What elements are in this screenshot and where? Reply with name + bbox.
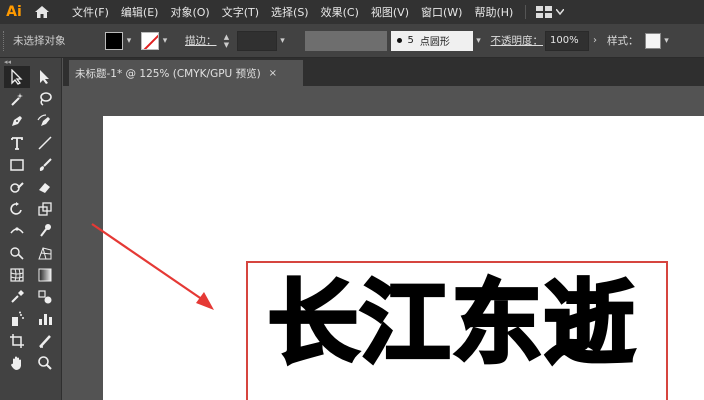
stroke-label[interactable]: 描边： bbox=[185, 33, 217, 48]
fill-dropdown-icon[interactable]: ▾ bbox=[123, 32, 135, 50]
paintbrush-tool-icon[interactable] bbox=[32, 154, 58, 176]
direct-selection-tool-icon[interactable] bbox=[32, 66, 58, 88]
control-bar: 未选择对象 ▾ ▾ 描边： ▲ ▼ ▾ 5 点圆形 ▾ 不透明度： 100% › … bbox=[0, 24, 704, 58]
column-graph-tool-icon[interactable] bbox=[32, 308, 58, 330]
opacity-label[interactable]: 不透明度： bbox=[491, 33, 544, 48]
graphic-style-swatch[interactable] bbox=[644, 32, 661, 49]
artboard-tool-icon[interactable] bbox=[4, 330, 30, 352]
opacity-input[interactable]: 100% bbox=[545, 30, 589, 51]
zoom-tool-icon[interactable] bbox=[32, 352, 58, 374]
menu-window[interactable]: 窗口(W) bbox=[415, 4, 468, 20]
menu-select[interactable]: 选择(S) bbox=[265, 4, 315, 20]
canvas-text[interactable]: 长江东逝 bbox=[266, 269, 636, 379]
style-label: 样式： bbox=[607, 35, 639, 47]
stroke-weight-stepper[interactable]: ▲ ▼ bbox=[221, 31, 233, 51]
curvature-tool-icon[interactable] bbox=[32, 110, 58, 132]
stroke-dropdown-icon[interactable]: ▾ bbox=[159, 32, 171, 50]
menu-effect[interactable]: 效果(C) bbox=[315, 4, 365, 20]
artboard[interactable]: 长江东逝 bbox=[103, 116, 704, 400]
menu-divider bbox=[525, 5, 527, 19]
width-tool-icon[interactable] bbox=[4, 220, 30, 242]
menu-file[interactable]: 文件(F) bbox=[66, 4, 115, 20]
workspace-grid-icon bbox=[536, 6, 553, 18]
selection-status: 未选择对象 bbox=[13, 35, 66, 47]
line-segment-tool-icon[interactable] bbox=[32, 132, 58, 154]
app-logo: Ai bbox=[6, 4, 22, 20]
magic-wand-tool-icon[interactable] bbox=[4, 88, 30, 110]
shaper-tool-icon[interactable] bbox=[4, 176, 30, 198]
stroke-swatch[interactable] bbox=[141, 31, 159, 50]
menu-help[interactable]: 帮助(H) bbox=[468, 4, 519, 20]
menu-edit[interactable]: 编辑(E) bbox=[115, 4, 165, 20]
perspective-grid-tool-icon[interactable] bbox=[32, 242, 58, 264]
menu-type[interactable]: 文字(T) bbox=[216, 4, 265, 20]
home-icon[interactable] bbox=[28, 0, 56, 24]
document-tab[interactable]: 未标题-1* @ 125% (CMYK/GPU 预览) × bbox=[69, 60, 303, 86]
stroke-weight-input[interactable] bbox=[236, 30, 277, 51]
blend-tool-icon[interactable] bbox=[32, 286, 58, 308]
document-tab-bar: 未标题-1* @ 125% (CMYK/GPU 预览) × bbox=[63, 58, 704, 86]
selection-tool-icon[interactable] bbox=[4, 66, 30, 88]
type-tool-icon[interactable] bbox=[4, 132, 30, 154]
tools-panel: ◂◂ bbox=[0, 58, 62, 400]
lasso-tool-icon[interactable] bbox=[32, 88, 58, 110]
symbol-sprayer-tool-icon[interactable] bbox=[4, 308, 30, 330]
brush-name: 点圆形 bbox=[419, 37, 450, 48]
hand-tool-icon[interactable] bbox=[4, 352, 30, 374]
stroke-weight-dropdown-icon[interactable]: ▾ bbox=[277, 32, 289, 50]
brush-definition[interactable]: 5 点圆形 bbox=[390, 30, 473, 51]
menu-object[interactable]: 对象(O) bbox=[164, 4, 215, 20]
scale-tool-icon[interactable] bbox=[32, 198, 58, 220]
menu-bar: Ai 文件(F) 编辑(E) 对象(O) 文字(T) 选择(S) 效果(C) 视… bbox=[0, 0, 704, 24]
eyedropper-tool-icon[interactable] bbox=[4, 286, 30, 308]
document-tab-title: 未标题-1* @ 125% (CMYK/GPU 预览) bbox=[75, 67, 261, 80]
opacity-slider-arrow-icon[interactable]: › bbox=[593, 35, 597, 46]
chevron-down-icon bbox=[556, 9, 565, 15]
text-frame[interactable]: 长江东逝 bbox=[246, 261, 668, 400]
shape-builder-tool-icon[interactable] bbox=[4, 242, 30, 264]
puppet-warp-tool-icon[interactable] bbox=[32, 220, 58, 242]
rectangle-tool-icon[interactable] bbox=[4, 154, 30, 176]
brush-dropdown-icon[interactable]: ▾ bbox=[473, 32, 485, 50]
brush-dot-icon bbox=[396, 38, 402, 43]
canvas-area[interactable]: 长江东逝 bbox=[63, 86, 704, 400]
close-icon[interactable]: × bbox=[269, 68, 277, 79]
pen-tool-icon[interactable] bbox=[4, 110, 30, 132]
eraser-tool-icon[interactable] bbox=[32, 176, 58, 198]
toolbar-collapse-icon[interactable]: ◂◂ bbox=[0, 58, 61, 66]
brush-size: 5 bbox=[407, 35, 414, 46]
gradient-tool-icon[interactable] bbox=[32, 264, 58, 286]
variable-width-profile[interactable] bbox=[304, 30, 387, 51]
mesh-tool-icon[interactable] bbox=[4, 264, 30, 286]
style-dropdown-icon[interactable]: ▾ bbox=[661, 32, 673, 50]
rotate-tool-icon[interactable] bbox=[4, 198, 30, 220]
menu-view[interactable]: 视图(V) bbox=[365, 4, 415, 20]
workspace-switcher[interactable] bbox=[532, 6, 568, 18]
fill-swatch[interactable] bbox=[105, 31, 123, 50]
slice-tool-icon[interactable] bbox=[32, 330, 58, 352]
panel-grip[interactable] bbox=[3, 30, 7, 51]
